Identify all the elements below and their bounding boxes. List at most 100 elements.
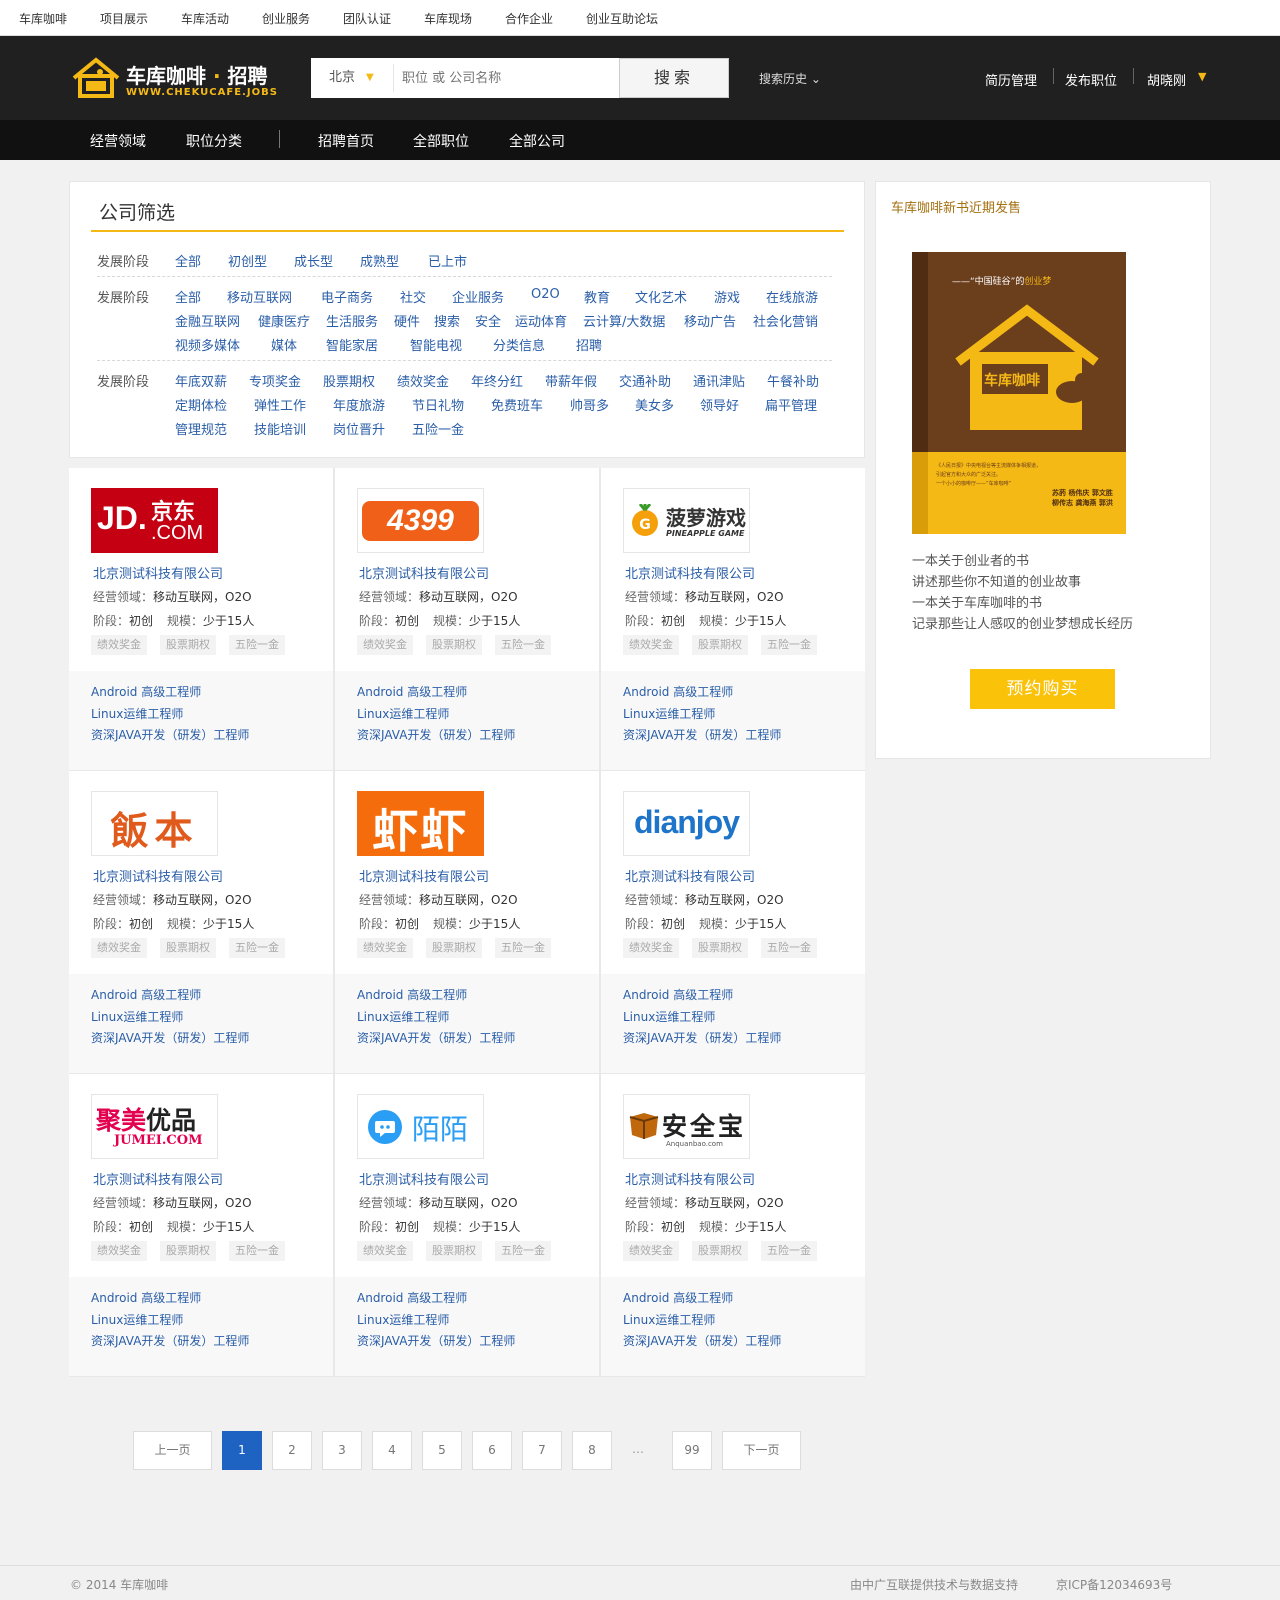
page-button[interactable]: 99 xyxy=(672,1431,712,1470)
filter-option[interactable]: 管理规范 xyxy=(175,419,227,438)
filter-option[interactable]: 绩效奖金 xyxy=(397,371,449,390)
filter-option[interactable]: 初创型 xyxy=(228,251,267,270)
filter-option[interactable]: 定期体检 xyxy=(175,395,227,414)
subnav-item[interactable]: 全部职位 xyxy=(413,131,469,151)
company-card[interactable]: 4399 北京测试科技有限公司 经营领域：移动互联网，O2O 阶段：初创 规模：少… xyxy=(335,468,599,770)
filter-option[interactable]: 帅哥多 xyxy=(570,395,609,414)
company-card[interactable]: 聚美优品 JUMEI.COM 北京测试科技有限公司 经营领域：移动互联网，O2O… xyxy=(69,1074,333,1376)
filter-option[interactable]: 美女多 xyxy=(635,395,674,414)
filter-option[interactable]: 云计算/大数据 xyxy=(583,311,665,330)
filter-option[interactable]: 智能电视 xyxy=(410,335,462,354)
page-button[interactable]: 8 xyxy=(572,1431,612,1470)
job-link[interactable]: Linux运维工程师 xyxy=(91,1311,183,1328)
subnav-item[interactable]: 职位分类 xyxy=(186,131,242,151)
company-name[interactable]: 北京测试科技有限公司 xyxy=(359,563,489,582)
job-link[interactable]: Linux运维工程师 xyxy=(91,705,183,722)
company-card[interactable]: 虾虾 北京测试科技有限公司 经营领域：移动互联网，O2O 阶段：初创 规模：少于1… xyxy=(335,771,599,1073)
job-link[interactable]: Linux运维工程师 xyxy=(357,705,449,722)
top-nav-item[interactable]: 创业互助论坛 xyxy=(586,10,658,27)
user-menu[interactable]: 胡晓刚 xyxy=(1147,70,1186,89)
post-job-link[interactable]: 发布职位 xyxy=(1065,70,1117,89)
search-history-link[interactable]: 搜索历史 ⌄ xyxy=(759,70,821,87)
job-link[interactable]: 资深JAVA开发（研发）工程师 xyxy=(357,1029,515,1046)
top-nav-item[interactable]: 团队认证 xyxy=(343,10,391,27)
company-name[interactable]: 北京测试科技有限公司 xyxy=(359,866,489,885)
subnav-item[interactable]: 全部公司 xyxy=(509,131,565,151)
filter-option[interactable]: 领导好 xyxy=(700,395,739,414)
filter-option[interactable]: 智能家居 xyxy=(326,335,378,354)
job-link[interactable]: Linux运维工程师 xyxy=(357,1311,449,1328)
job-link[interactable]: 资深JAVA开发（研发）工程师 xyxy=(357,726,515,743)
filter-option[interactable]: 交通补助 xyxy=(619,371,671,390)
top-nav-item[interactable]: 车库现场 xyxy=(424,10,472,27)
page-button[interactable]: 7 xyxy=(522,1431,562,1470)
company-name[interactable]: 北京测试科技有限公司 xyxy=(359,1169,489,1188)
filter-option[interactable]: 免费班车 xyxy=(491,395,543,414)
job-link[interactable]: Android 高级工程师 xyxy=(91,1289,201,1306)
next-page-button[interactable]: 下一页 xyxy=(722,1431,801,1470)
filter-option[interactable]: 移动广告 xyxy=(684,311,736,330)
company-name[interactable]: 北京测试科技有限公司 xyxy=(625,563,755,582)
job-link[interactable]: Linux运维工程师 xyxy=(357,1008,449,1025)
filter-option[interactable]: 电子商务 xyxy=(321,287,373,306)
job-link[interactable]: Android 高级工程师 xyxy=(357,683,467,700)
filter-option[interactable]: 五险一金 xyxy=(412,419,464,438)
filter-option[interactable]: 股票期权 xyxy=(323,371,375,390)
filter-option[interactable]: 搜索 xyxy=(434,311,460,330)
company-card[interactable]: G 菠萝游戏 PINEAPPLE GAME 北京测试科技有限公司 经营领域：移动… xyxy=(601,468,865,770)
filter-option[interactable]: 硬件 xyxy=(394,311,420,330)
job-link[interactable]: Linux运维工程师 xyxy=(623,1008,715,1025)
filter-option[interactable]: 健康医疗 xyxy=(258,311,310,330)
filter-option[interactable]: 全部 xyxy=(175,287,201,306)
page-button[interactable]: 3 xyxy=(322,1431,362,1470)
filter-option[interactable]: 已上市 xyxy=(428,251,467,270)
filter-option[interactable]: 媒体 xyxy=(271,335,297,354)
resume-manage-link[interactable]: 简历管理 xyxy=(985,70,1037,89)
job-link[interactable]: 资深JAVA开发（研发）工程师 xyxy=(91,726,249,743)
filter-option[interactable]: 分类信息 xyxy=(493,335,545,354)
job-link[interactable]: Linux运维工程师 xyxy=(623,1311,715,1328)
filter-option[interactable]: 视频多媒体 xyxy=(175,335,240,354)
filter-option[interactable]: 带薪年假 xyxy=(545,371,597,390)
site-logo[interactable]: 车库咖啡 · 招聘 WWW.CHEKUCAFE.JOBS xyxy=(70,54,285,104)
job-link[interactable]: Android 高级工程师 xyxy=(623,683,733,700)
company-name[interactable]: 北京测试科技有限公司 xyxy=(93,866,223,885)
book-cover[interactable]: ——“中国硅谷”的创业梦 车库咖啡 《人民日报》中央电视台等主流媒体争相报道， … xyxy=(912,252,1126,534)
search-input[interactable] xyxy=(393,64,603,92)
job-link[interactable]: 资深JAVA开发（研发）工程师 xyxy=(357,1332,515,1349)
company-card[interactable]: 飯本 北京测试科技有限公司 经营领域：移动互联网，O2O 阶段：初创 规模：少于1… xyxy=(69,771,333,1073)
city-select[interactable]: 北京 ▼ xyxy=(311,58,387,98)
company-card[interactable]: 陌陌 北京测试科技有限公司 经营领域：移动互联网，O2O 阶段：初创 规模：少于1… xyxy=(335,1074,599,1376)
job-link[interactable]: Android 高级工程师 xyxy=(357,986,467,1003)
job-link[interactable]: Android 高级工程师 xyxy=(357,1289,467,1306)
filter-option[interactable]: 年底双薪 xyxy=(175,371,227,390)
filter-option[interactable]: 游戏 xyxy=(714,287,740,306)
job-link[interactable]: 资深JAVA开发（研发）工程师 xyxy=(91,1332,249,1349)
job-link[interactable]: Android 高级工程师 xyxy=(91,986,201,1003)
top-nav-item[interactable]: 车库咖啡 xyxy=(19,10,67,27)
chevron-down-icon[interactable]: ▼ xyxy=(1198,70,1206,83)
filter-option[interactable]: 成长型 xyxy=(294,251,333,270)
company-name[interactable]: 北京测试科技有限公司 xyxy=(93,563,223,582)
search-button[interactable]: 搜索 xyxy=(619,58,729,98)
subnav-item[interactable]: 招聘首页 xyxy=(318,131,374,151)
job-link[interactable]: Android 高级工程师 xyxy=(91,683,201,700)
top-nav-item[interactable]: 创业服务 xyxy=(262,10,310,27)
prev-page-button[interactable]: 上一页 xyxy=(133,1431,212,1470)
job-link[interactable]: Linux运维工程师 xyxy=(91,1008,183,1025)
job-link[interactable]: Linux运维工程师 xyxy=(623,705,715,722)
page-button[interactable]: 4 xyxy=(372,1431,412,1470)
filter-option[interactable]: 文化艺术 xyxy=(635,287,687,306)
top-nav-item[interactable]: 项目展示 xyxy=(100,10,148,27)
filter-option[interactable]: 金融互联网 xyxy=(175,311,240,330)
filter-option[interactable]: 通讯津贴 xyxy=(693,371,745,390)
company-card[interactable]: dianjoy 北京测试科技有限公司 经营领域：移动互联网，O2O 阶段：初创规… xyxy=(601,771,865,1073)
filter-option[interactable]: 社交 xyxy=(400,287,426,306)
filter-option[interactable]: 节日礼物 xyxy=(412,395,464,414)
filter-option[interactable]: 午餐补助 xyxy=(767,371,819,390)
filter-option[interactable]: 岗位晋升 xyxy=(333,419,385,438)
filter-option[interactable]: 教育 xyxy=(584,287,610,306)
filter-option[interactable]: 在线旅游 xyxy=(766,287,818,306)
company-name[interactable]: 北京测试科技有限公司 xyxy=(625,1169,755,1188)
company-name[interactable]: 北京测试科技有限公司 xyxy=(93,1169,223,1188)
